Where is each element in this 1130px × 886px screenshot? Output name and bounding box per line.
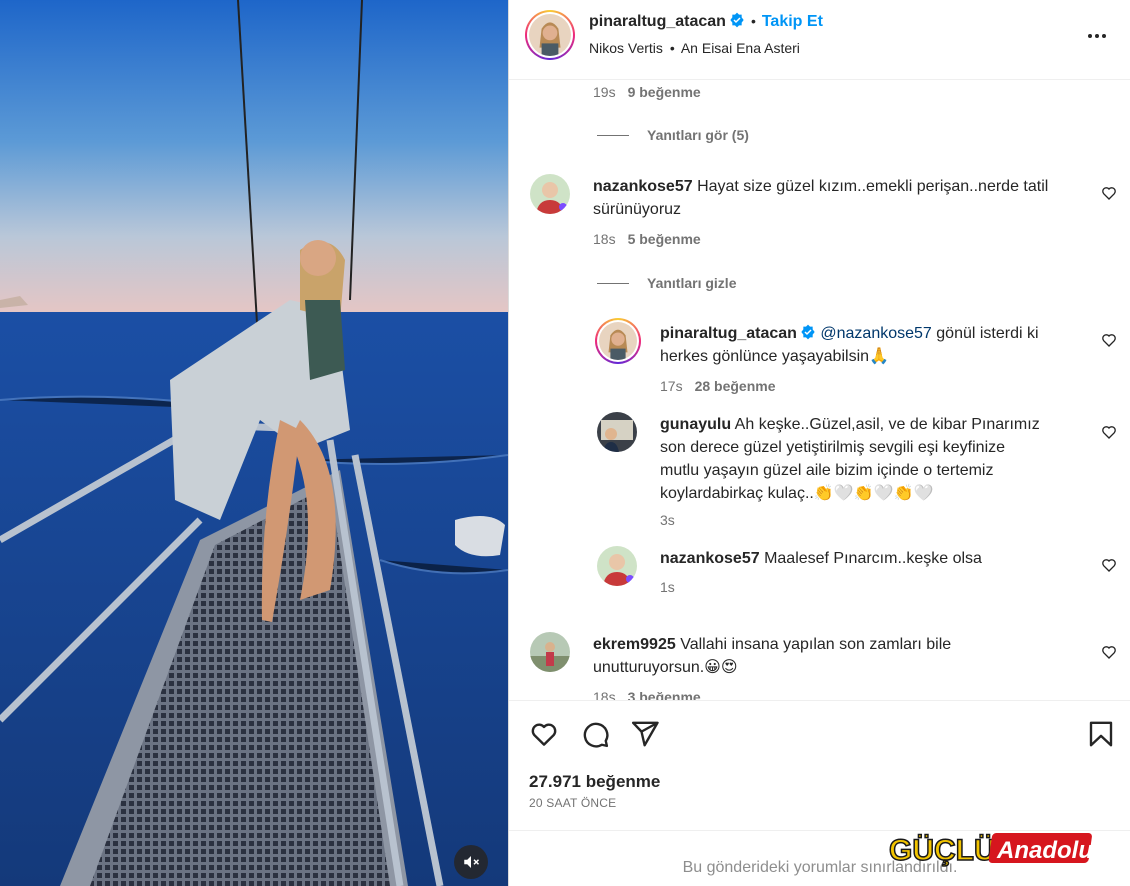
author-username[interactable]: pinaraltug_atacan xyxy=(589,13,726,30)
share-icon[interactable] xyxy=(630,719,660,749)
avatar-image xyxy=(529,14,571,56)
comments-list[interactable]: 19s 9 beğenme Yanıtları gör (5) nazankose… xyxy=(509,80,1130,700)
more-options-icon[interactable] xyxy=(1085,24,1109,48)
reply-time: 1s xyxy=(660,579,675,595)
comment-username[interactable]: nazankose57 xyxy=(593,178,693,195)
watermark-logo: GÜÇLÜ Anadolu xyxy=(887,829,1097,869)
watermark-graphic: GÜÇLÜ Anadolu xyxy=(888,833,1093,868)
reply-text-cont: son derece güzel yetiştirilmiş sevgili e… xyxy=(660,439,1006,456)
avatar-image xyxy=(530,174,570,214)
post-actions: 27.971 beğenme 20 SAAT ÖNCE xyxy=(509,700,1130,830)
reply-heart-icon[interactable] xyxy=(1101,332,1117,348)
toggle-line xyxy=(597,282,629,284)
avatar-image xyxy=(530,632,570,672)
post-details-panel: pinaraltug_atacan • Takip Et Nikos Vertis … xyxy=(508,0,1130,886)
toggle-line xyxy=(597,134,629,136)
mute-icon xyxy=(464,856,480,868)
comment-meta: 18s 5 beğenme xyxy=(593,231,701,247)
reply-text: gönül isterdi ki xyxy=(931,325,1039,342)
commenter-avatar[interactable] xyxy=(530,174,570,214)
reply-body: gunayulu Ah keşke..Güzel,asil, ve de kib… xyxy=(660,413,1090,505)
reply-text: Maalesef Pınarcım..keşke olsa xyxy=(764,550,982,567)
reply-meta: 17s 28 beğenme xyxy=(660,378,776,394)
comment-time: 18s xyxy=(593,689,616,700)
comment-likes[interactable]: 9 beğenme xyxy=(628,84,701,100)
reply-mention[interactable]: @nazankose57 xyxy=(820,325,931,342)
reply-likes[interactable]: 28 beğenme xyxy=(695,378,776,394)
comment-time: 18s xyxy=(593,231,616,247)
verified-badge-icon xyxy=(730,12,744,28)
comment-username[interactable]: ekrem9925 xyxy=(593,636,676,653)
reply-text: Ah keşke..Güzel,asil, ve de kibar Pınarı… xyxy=(734,416,1040,433)
comment-text: Vallahi insana yapılan son zamları bile xyxy=(680,636,952,653)
follow-button[interactable]: Takip Et xyxy=(762,13,823,30)
separator-dot: • xyxy=(750,13,756,29)
toggle-label: Yanıtları gizle xyxy=(647,275,737,291)
reply-text-cont: herkes gönlünce yaşayabilsin🙏 xyxy=(660,348,889,365)
avatar-image xyxy=(597,546,637,586)
post-header: pinaraltug_atacan • Takip Et Nikos Vertis … xyxy=(509,0,1130,80)
reply-meta: 1s xyxy=(660,579,675,595)
comment-heart-icon[interactable] xyxy=(1101,185,1117,201)
reply-meta: 3s xyxy=(660,512,675,528)
reply-username[interactable]: nazankose57 xyxy=(660,550,760,567)
reply-text-cont: koylardabirkaç kulaç..👏🤍👏🤍👏🤍 xyxy=(660,485,934,502)
reply-text-cont: mutlu yaşayın güzel aile bizim içinde o … xyxy=(660,462,994,479)
reply-author-avatar[interactable] xyxy=(597,546,637,586)
reply-username[interactable]: gunayulu xyxy=(660,416,731,433)
author-avatar[interactable] xyxy=(525,10,575,60)
verified-badge-icon xyxy=(801,324,815,340)
comment-body: ekrem9925 Vallahi insana yapılan son zam… xyxy=(593,633,1093,679)
comment-body: nazankose57 Hayat size güzel kızım..emek… xyxy=(593,175,1093,221)
comment-text-cont: sürünüyoruz xyxy=(593,201,682,218)
watermark-part1: GÜÇLÜ xyxy=(889,834,996,867)
comment-likes[interactable]: 3 beğenme xyxy=(628,689,701,700)
comment-time: 19s xyxy=(593,84,616,100)
audio-separator: • xyxy=(669,40,675,56)
heart-icon[interactable] xyxy=(529,719,559,749)
audio-song: An Eisai Ena Asteri xyxy=(680,40,800,56)
view-replies-toggle[interactable]: Yanıtları gör (5) xyxy=(597,127,749,143)
toggle-label: Yanıtları gör (5) xyxy=(647,127,749,143)
reply-time: 17s xyxy=(660,378,683,394)
reply-author-avatar[interactable] xyxy=(595,318,641,364)
audio-info[interactable]: Nikos Vertis • An Eisai Ena Asteri xyxy=(589,40,800,56)
comment-likes[interactable]: 5 beğenme xyxy=(628,231,701,247)
comment-meta: 18s 3 beğenme xyxy=(593,689,701,700)
reply-author-avatar[interactable] xyxy=(597,412,637,452)
likes-count[interactable]: 27.971 beğenme xyxy=(529,772,660,792)
comment-text: Hayat size güzel kızım..emekli perişan..… xyxy=(697,178,1049,195)
comment-meta: 19s 9 beğenme xyxy=(593,84,701,100)
post-photo xyxy=(0,0,508,886)
mute-button[interactable] xyxy=(454,845,488,879)
reply-time: 3s xyxy=(660,512,675,528)
avatar-image xyxy=(597,412,637,452)
audio-artist: Nikos Vertis xyxy=(589,40,663,56)
author-line: pinaraltug_atacan • Takip Et xyxy=(589,12,823,31)
watermark-part2: Anadolu xyxy=(996,837,1093,864)
reply-body: nazankose57 Maalesef Pınarcım..keşke ols… xyxy=(660,547,1090,570)
reply-heart-icon[interactable] xyxy=(1101,424,1117,440)
avatar-image xyxy=(599,322,637,360)
comment-heart-icon[interactable] xyxy=(1101,644,1117,660)
post-time: 20 SAAT ÖNCE xyxy=(529,796,617,810)
reply-heart-icon[interactable] xyxy=(1101,557,1117,573)
hide-replies-toggle[interactable]: Yanıtları gizle xyxy=(597,275,736,291)
reply-username[interactable]: pinaraltug_atacan xyxy=(660,325,797,342)
bookmark-icon[interactable] xyxy=(1086,719,1116,749)
reply-body: pinaraltug_atacan @nazankose57 gönül ist… xyxy=(660,322,1090,368)
post-media[interactable] xyxy=(0,0,508,886)
commenter-avatar[interactable] xyxy=(530,632,570,672)
comment-text-cont: unutturuyorsun.😀😍 xyxy=(593,659,738,676)
comment-icon[interactable] xyxy=(580,719,610,749)
